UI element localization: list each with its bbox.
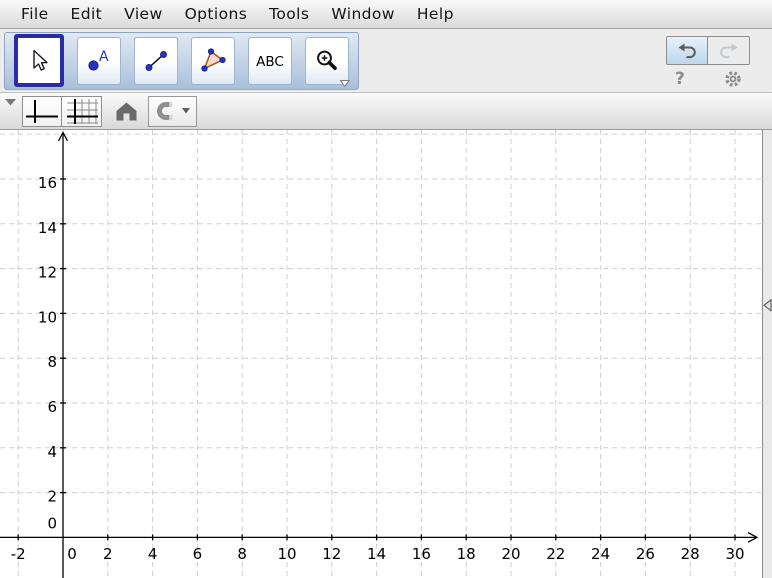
svg-text:12: 12: [38, 264, 57, 282]
svg-text:8: 8: [47, 353, 57, 371]
svg-text:-2: -2: [11, 545, 26, 563]
svg-text:20: 20: [501, 545, 520, 563]
point-capturing-button[interactable]: [148, 96, 197, 127]
cursor-arrow-icon: [26, 48, 52, 74]
axes: [0, 133, 757, 578]
tool-dropdown-triangle-icon[interactable]: [340, 80, 350, 88]
point-icon: A: [86, 48, 112, 74]
svg-text:22: 22: [546, 545, 565, 563]
menu-item-tools[interactable]: Tools: [258, 2, 320, 26]
grid-icon: [65, 98, 99, 125]
triangle-left-icon[interactable]: [763, 299, 772, 312]
svg-text:26: 26: [636, 545, 655, 563]
chevron-down-icon[interactable]: [5, 99, 16, 106]
segment-icon: [143, 48, 169, 74]
tool-zoom-in[interactable]: [305, 37, 349, 85]
text-abc-icon: ABC: [252, 48, 288, 74]
svg-text:10: 10: [38, 308, 57, 326]
svg-text:4: 4: [47, 443, 57, 461]
show-axes-button[interactable]: [22, 96, 62, 127]
svg-text:6: 6: [193, 545, 203, 563]
toolbar-help-settings-row: ?: [666, 65, 750, 89]
axes-icon: [25, 98, 59, 125]
home-icon: [114, 101, 139, 122]
polygon-icon: [199, 48, 227, 74]
magnifier-plus-icon: [314, 48, 340, 74]
menu-item-help[interactable]: Help: [406, 2, 465, 26]
undo-arrow-icon: [676, 41, 698, 60]
undo-button[interactable]: [667, 37, 708, 64]
magnet-dropdown-icon: [182, 108, 190, 114]
tool-button-panel: A ABC: [4, 32, 359, 90]
svg-text:28: 28: [681, 545, 700, 563]
graphics-view: -202468101214161820222426283002468101214…: [0, 130, 772, 578]
svg-text:16: 16: [38, 174, 57, 192]
svg-text:30: 30: [725, 545, 744, 563]
svg-text:2: 2: [47, 488, 57, 506]
svg-text:14: 14: [38, 219, 57, 237]
show-grid-button[interactable]: [62, 96, 102, 127]
undo-redo-group: [666, 36, 750, 65]
svg-text:4: 4: [148, 545, 158, 563]
svg-text:8: 8: [237, 545, 247, 563]
svg-text:16: 16: [412, 545, 431, 563]
menu-item-options[interactable]: Options: [174, 2, 259, 26]
grid-lines: [0, 130, 762, 578]
redo-button[interactable]: [708, 37, 749, 64]
svg-text:18: 18: [457, 545, 476, 563]
tool-bar: A ABC: [0, 29, 772, 93]
axis-tick-labels: -202468101214161820222426283002468101214…: [11, 174, 745, 563]
svg-text:ABC: ABC: [256, 54, 284, 70]
standard-view-button[interactable]: [111, 96, 141, 127]
tool-segment[interactable]: [134, 37, 178, 85]
menu-item-file[interactable]: File: [10, 2, 60, 26]
menu-item-edit[interactable]: Edit: [60, 2, 114, 26]
geogebra-window: File Edit View Options Tools Window Help…: [0, 0, 772, 578]
svg-text:10: 10: [277, 545, 296, 563]
svg-text:12: 12: [322, 545, 341, 563]
menu-item-window[interactable]: Window: [320, 2, 406, 26]
magnet-icon: [156, 100, 178, 122]
graphics-canvas[interactable]: -202468101214161820222426283002468101214…: [0, 130, 762, 578]
svg-text:24: 24: [591, 545, 610, 563]
side-panel-strip: [762, 130, 772, 578]
toolbar-right-group: ?: [666, 36, 750, 89]
svg-text:6: 6: [47, 398, 57, 416]
svg-text:2: 2: [103, 545, 113, 563]
redo-arrow-icon: [718, 41, 740, 60]
style-bar: [0, 93, 772, 130]
svg-text:0: 0: [47, 514, 57, 532]
help-icon[interactable]: ?: [675, 69, 685, 89]
svg-text:0: 0: [67, 545, 77, 563]
menu-bar: File Edit View Options Tools Window Help: [0, 0, 772, 29]
svg-text:14: 14: [367, 545, 386, 563]
tool-text[interactable]: ABC: [248, 37, 292, 85]
svg-text:A: A: [99, 49, 109, 65]
tool-move[interactable]: [14, 34, 64, 87]
gear-icon[interactable]: [723, 69, 743, 89]
tool-point[interactable]: A: [77, 37, 121, 85]
menu-item-view[interactable]: View: [113, 2, 173, 26]
tool-polygon[interactable]: [191, 37, 235, 85]
